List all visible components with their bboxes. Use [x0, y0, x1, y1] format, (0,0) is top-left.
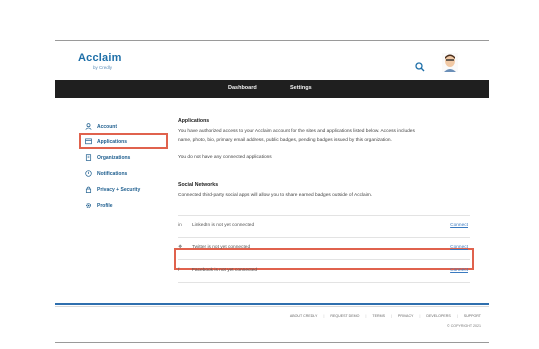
facebook-row: f Facebook is not yet connected Connect	[178, 261, 470, 283]
facebook-connect-link[interactable]: Connect	[450, 268, 468, 273]
acclaim-logo[interactable]: Acclaim by Credly	[78, 52, 126, 74]
facebook-status: Facebook is not yet connected	[192, 268, 258, 273]
sidebar-item-label: Notifications	[97, 170, 128, 177]
sidebar-item-notifications[interactable]: Notifications	[85, 168, 127, 179]
logo-tagline: by Credly	[93, 65, 113, 70]
nav-dashboard[interactable]: Dashboard	[228, 85, 257, 91]
linkedin-connect-link[interactable]: Connect	[450, 223, 468, 228]
app-frame: Acclaim by Credly Dashboard Settings Acc…	[55, 40, 489, 343]
footer-separator: |	[365, 314, 367, 318]
sidebar-item-label: Privacy + Security	[97, 186, 141, 193]
sidebar-item-organizations[interactable]: Organizations	[85, 152, 130, 163]
applications-description-line1: You have authorized access to your Accla…	[178, 129, 415, 134]
copyright: © COPYRIGHT 2021	[447, 324, 481, 328]
footer-link-about[interactable]: ABOUT CREDLY	[290, 314, 318, 318]
sidebar-item-privacy-security[interactable]: Privacy + Security	[85, 184, 140, 195]
footer-link-developers[interactable]: DEVELOPERS	[426, 314, 450, 318]
building-icon	[85, 154, 92, 161]
twitter-row: ❖ Twitter is not yet connected Connect	[178, 238, 470, 260]
sidebar-item-profile[interactable]: Profile	[85, 200, 113, 211]
search-icon[interactable]	[415, 59, 425, 72]
linkedin-icon: in	[178, 223, 182, 228]
footer-links: ABOUT CREDLY | REQUEST DEMO | TERMS | PR…	[290, 314, 481, 318]
footer-link-support[interactable]: SUPPORT	[464, 314, 481, 318]
bell-icon	[85, 170, 92, 177]
twitter-status: Twitter is not yet connected	[192, 245, 251, 250]
footer-separator: |	[323, 314, 325, 318]
footer-link-request-demo[interactable]: REQUEST DEMO	[330, 314, 359, 318]
social-networks-title: Social Networks	[178, 182, 219, 188]
footer-divider	[55, 306, 489, 307]
social-networks-description: Connected third-party social apps will a…	[178, 193, 373, 198]
sidebar-item-label: Applications	[97, 138, 128, 145]
lock-icon	[85, 186, 92, 193]
footer-link-terms[interactable]: TERMS	[372, 314, 385, 318]
logo-text: Acclaim	[78, 52, 122, 64]
footer-separator: |	[390, 314, 392, 318]
footer-link-privacy[interactable]: PRIVACY	[398, 314, 414, 318]
top-nav: Dashboard Settings	[55, 80, 489, 98]
applications-empty-text: You do not have any connected applicatio…	[178, 155, 272, 160]
footer-separator: |	[456, 314, 458, 318]
sidebar-item-label: Organizations	[97, 154, 131, 161]
avatar[interactable]	[442, 53, 458, 72]
footer-separator: |	[419, 314, 421, 318]
sidebar-item-label: Account	[97, 123, 117, 130]
gear-icon	[86, 203, 91, 208]
sidebar-item-applications[interactable]: Applications	[85, 136, 127, 147]
sidebar-item-label: Profile	[97, 202, 113, 209]
applications-description-line2: name, photo, bio, primary email address,…	[178, 138, 392, 143]
applications-title: Applications	[178, 118, 210, 124]
header: Acclaim by Credly	[55, 41, 489, 79]
sidebar-item-account[interactable]: Account	[85, 121, 117, 132]
footer-accent-line	[55, 303, 489, 305]
social-divider	[178, 206, 470, 216]
applications-icon	[85, 138, 92, 145]
user-icon	[85, 123, 92, 130]
linkedin-row: in LinkedIn is not yet connected Connect	[178, 216, 470, 238]
nav-settings[interactable]: Settings	[290, 85, 312, 91]
facebook-icon: f	[178, 268, 180, 273]
twitter-icon: ❖	[178, 245, 183, 250]
twitter-connect-link[interactable]: Connect	[450, 245, 468, 250]
linkedin-status: LinkedIn is not yet connected	[192, 223, 255, 228]
